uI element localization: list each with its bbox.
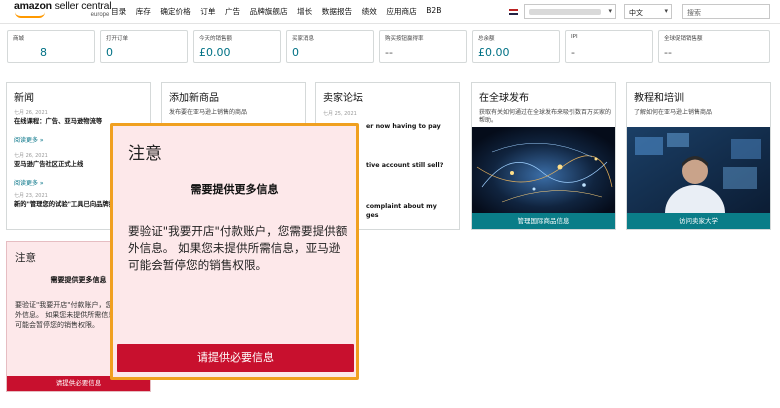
nav-inventory[interactable]: 库存 (136, 6, 151, 17)
metric-label: 全球促销销售额 (664, 36, 703, 42)
visit-seller-university-button[interactable]: 访问卖家大学 (627, 213, 770, 229)
metric-global-promo-sales[interactable]: 全球促销销售额 -- (658, 30, 770, 63)
metric-label: 打开订单 (106, 36, 129, 42)
forum-snippet: er now having to pay (366, 123, 441, 130)
forum-title: 卖家论坛 (323, 93, 363, 104)
amazon-seller-central-logo[interactable]: amazon seller central europe (14, 1, 112, 20)
nav-catalog[interactable]: 目录 (111, 6, 126, 17)
global-desc: 获取有关如何通过在全球发布来吸引数百万买家的帮助。 (479, 109, 612, 124)
news-headline[interactable]: 新的"管理您的试验"工具已向品牌推出 (14, 201, 124, 209)
metric-value: -- (664, 46, 672, 59)
marketplace-select[interactable]: ▾ (524, 4, 616, 19)
metric-buybox[interactable]: 购买按钮赢得率 -- (379, 30, 467, 63)
chevron-down-icon: ▾ (664, 7, 668, 15)
metric-value: -- (385, 46, 393, 59)
forum-post-date: 七月 25, 2021 (323, 110, 357, 117)
global-network-image (472, 127, 615, 215)
metric-buyer-messages[interactable]: 买家消息 0 (286, 30, 374, 63)
nav-reports[interactable]: 数据报告 (322, 6, 352, 17)
metric-label: 购买按钮赢得率 (385, 36, 424, 42)
metric-value: £0.00 (478, 46, 510, 59)
modal-title: 注意 (128, 144, 162, 164)
chevron-down-icon: ▾ (608, 7, 612, 15)
news-item: 七月 26, 2021 在线课程：广告、亚马逊物流等 阅读更多 » (14, 109, 102, 144)
notice-modal: 注意 需要提供更多信息 要验证"我要开店"付款账户，您需要提供额外信息。 如果您… (110, 123, 359, 380)
amazon-smile-icon (15, 12, 45, 18)
read-more-link[interactable]: 阅读更多 » (14, 135, 102, 144)
tutorial-card: 教程和培训 了解如何在亚马逊上销售商品 访问卖家大学 (626, 82, 771, 230)
global-selling-card: 在全球发布 获取有关如何通过在全球发布来吸引数百万买家的帮助。 管理国际商品信息 (471, 82, 616, 230)
forum-date: 七月 25, 2021 (323, 111, 357, 117)
metric-value: £0.00 (199, 46, 231, 59)
metric-label: 商城 (13, 36, 25, 42)
language-value: 中文 (629, 9, 643, 17)
metric-marketplaces[interactable]: 商城 8 (7, 30, 95, 63)
nav-stores[interactable]: 品牌旗舰店 (250, 6, 288, 17)
search-input[interactable]: 搜索 (682, 4, 770, 19)
news-headline[interactable]: 亚马逊广告社区正式上线 (14, 161, 83, 169)
forum-snippet: tive account still sell? (366, 162, 444, 169)
metric-label: 今天的销售额 (199, 36, 233, 42)
tutorial-desc: 了解如何在亚马逊上销售商品 (634, 109, 713, 116)
forum-post[interactable]: tive account still sell? (366, 160, 443, 170)
metric-today-sales[interactable]: 今天的销售额 £0.00 (193, 30, 281, 63)
forum-post[interactable]: er now having to pay (366, 121, 441, 131)
tutorial-person-image (627, 127, 770, 215)
metric-total-balance[interactable]: 总余额 £0.00 (472, 30, 560, 63)
global-title: 在全球发布 (479, 93, 529, 104)
manage-international-listings-button[interactable]: 管理国际商品信息 (472, 213, 615, 229)
news-date: 七月 26, 2021 (14, 110, 48, 116)
search-placeholder: 搜索 (687, 9, 701, 17)
metric-ipi[interactable]: IPI - (565, 30, 653, 63)
tutorial-title: 教程和培训 (634, 93, 684, 104)
nav-pricing[interactable]: 确定价格 (160, 6, 190, 17)
metric-open-orders[interactable]: 打开订单 0 (100, 30, 188, 63)
news-item: 七月 26, 2021 亚马逊广告社区正式上线 阅读更多 » (14, 152, 83, 187)
metric-value: 8 (40, 46, 47, 59)
metric-value: 0 (106, 46, 113, 59)
news-date: 七月 23, 2021 (14, 193, 48, 199)
nav-b2b[interactable]: B2B (426, 6, 441, 17)
nav-advertising[interactable]: 广告 (225, 6, 240, 17)
add-product-desc: 发布要在亚马逊上销售的商品 (169, 109, 248, 116)
news-title: 新闻 (14, 93, 34, 104)
nav-orders[interactable]: 订单 (200, 6, 215, 17)
metric-value: 0 (292, 46, 299, 59)
modal-body: 要验证"我要开店"付款账户，您需要提供额外信息。 如果您未提供所需信息，亚马逊可… (128, 224, 348, 272)
nav-appstore[interactable]: 应用商店 (386, 6, 416, 17)
read-more-link[interactable]: 阅读更多 » (14, 178, 83, 187)
nav-growth[interactable]: 增长 (297, 6, 312, 17)
language-select[interactable]: 中文 ▾ (624, 4, 672, 19)
metric-label: 买家消息 (292, 36, 315, 42)
metric-value: - (571, 46, 575, 59)
uk-flag-icon (509, 9, 518, 15)
news-item: 七月 23, 2021 新的"管理您的试验"工具已向品牌推出 (14, 192, 124, 209)
top-nav: amazon seller central europe 目录 库存 确定价格 … (0, 0, 780, 24)
provide-required-info-button[interactable]: 请提供必要信息 (117, 344, 354, 372)
main-menu: 目录 库存 确定价格 订单 广告 品牌旗舰店 增长 数据报告 绩效 应用商店 B… (111, 6, 451, 17)
news-headline[interactable]: 在线课程：广告、亚马逊物流等 (14, 118, 102, 126)
modal-subtitle: 需要提供更多信息 (190, 183, 279, 196)
forum-post[interactable]: ges (366, 210, 379, 220)
news-date: 七月 26, 2021 (14, 153, 48, 159)
redacted-store-name (529, 9, 601, 15)
nav-performance[interactable]: 绩效 (362, 6, 377, 17)
notice-title: 注意 (15, 252, 36, 264)
metric-label: IPI (571, 34, 578, 40)
forum-snippet: ges (366, 212, 379, 219)
add-product-title: 添加新商品 (169, 93, 219, 104)
metric-label: 总余额 (478, 36, 495, 42)
